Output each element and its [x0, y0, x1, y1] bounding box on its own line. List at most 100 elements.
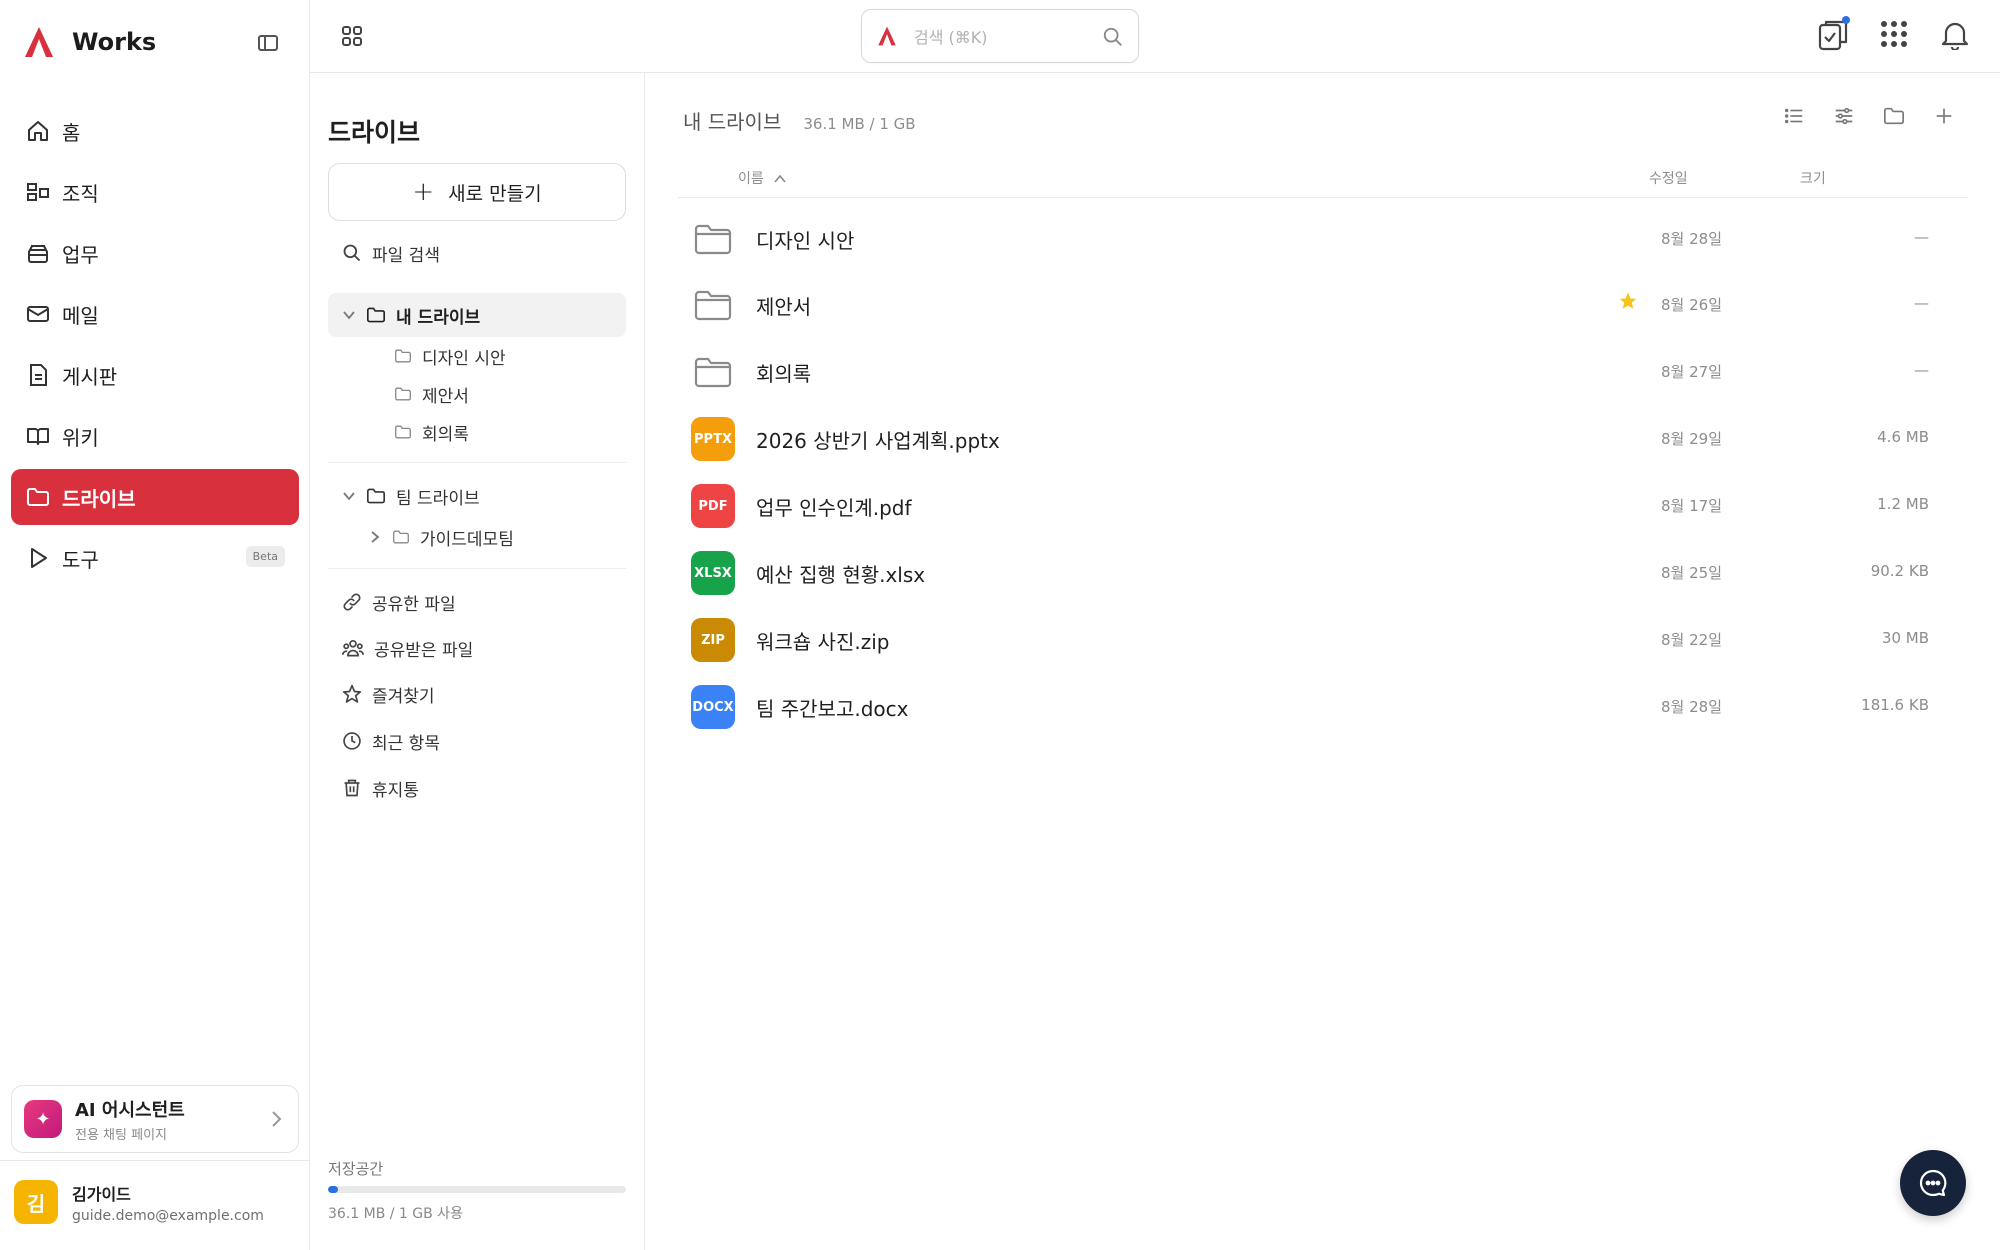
app-grid-icon[interactable] [340, 24, 364, 48]
nav-label: 업무 [62, 242, 99, 267]
nav-item-task[interactable]: 업무 [11, 225, 299, 281]
file-date: 8월 27일 [1661, 363, 1722, 381]
user-profile[interactable]: 김 김가이드 guide.demo@example.com [14, 1180, 264, 1224]
file-size: — [1914, 294, 1929, 312]
file-row[interactable]: 디자인 시안 8월 28일 — [675, 205, 1975, 271]
divider [328, 462, 626, 463]
chat-button[interactable] [1900, 1150, 1966, 1216]
add-icon[interactable] [1933, 105, 1955, 127]
tree-team-drive[interactable]: 팀 드라이브 [328, 476, 626, 516]
task-check-icon[interactable] [1816, 16, 1850, 52]
link-label: 공유한 파일 [372, 594, 456, 615]
tree-team-folder[interactable]: 가이드데모팀 [328, 517, 626, 557]
file-name: 팀 주간보고.docx [756, 697, 909, 721]
link-trash[interactable]: 휴지통 [328, 768, 626, 808]
file-row[interactable]: 제안서 8월 26일 — [675, 271, 1975, 337]
new-folder-icon[interactable] [1883, 105, 1905, 127]
folder-icon [392, 529, 410, 545]
file-date: 8월 26일 [1661, 296, 1722, 314]
tree-my-drive[interactable]: 내 드라이브 [328, 293, 626, 337]
sort-up-icon [774, 174, 786, 184]
search-icon[interactable] [1102, 26, 1124, 48]
storage-usage-text: 36.1 MB / 1 GB 사용 [328, 1206, 463, 1222]
bell-icon[interactable] [1941, 20, 1969, 50]
team-drive-label: 팀 드라이브 [396, 488, 480, 509]
file-date: 8월 29일 [1661, 430, 1722, 448]
plus-icon: + [412, 177, 435, 207]
search-icon [342, 243, 362, 263]
main-nav: 홈 조직 업무 메일 게시판 위키 드라이브 도구 Beta [11, 103, 299, 591]
divider [0, 1160, 310, 1161]
docx-file-icon: DOCX [691, 685, 735, 729]
file-row[interactable]: ZIP 워크숍 사진.zip 8월 22일 30 MB [675, 606, 1975, 672]
ai-assistant-card[interactable]: ✦ AI 어시스턴트 전용 채팅 페이지 [11, 1085, 299, 1153]
star-filled-icon[interactable] [1618, 291, 1638, 311]
beta-badge: Beta [245, 546, 285, 567]
storage-progress-bar [328, 1186, 626, 1193]
file-row[interactable]: PDF 업무 인수인계.pdf 8월 17일 1.2 MB [675, 472, 1975, 538]
folder-label: 디자인 시안 [422, 348, 506, 369]
file-row[interactable]: 회의록 8월 27일 — [675, 338, 1975, 404]
drive-size: 36.1 MB / 1 GB [803, 115, 916, 133]
nav-item-home[interactable]: 홈 [11, 103, 299, 159]
file-row[interactable]: PPTX 2026 상반기 사업계획.pptx 8월 29일 4.6 MB [675, 405, 1975, 471]
board-icon [26, 363, 50, 387]
apps-dots-icon[interactable] [1880, 20, 1908, 48]
file-date: 8월 22일 [1661, 631, 1722, 649]
new-create-label: 새로 만들기 [448, 182, 542, 205]
pdf-file-icon: PDF [691, 484, 735, 528]
task-icon [26, 241, 50, 265]
file-type-badge: ZIP [691, 618, 735, 662]
file-search-link[interactable]: 파일 검색 [328, 233, 626, 273]
file-row[interactable]: DOCX 팀 주간보고.docx 8월 28일 181.6 KB [675, 673, 1975, 739]
link-shared-with-me[interactable]: 공유받은 파일 [328, 628, 626, 668]
chat-bubble-icon [1918, 1168, 1948, 1198]
nav-item-board[interactable]: 게시판 [11, 347, 299, 403]
column-header-name[interactable]: 이름 [738, 168, 786, 188]
link-label: 공유받은 파일 [374, 640, 474, 661]
new-create-button[interactable]: + 새로 만들기 [328, 163, 626, 221]
clock-icon [342, 731, 362, 751]
link-shared-by-me[interactable]: 공유한 파일 [328, 582, 626, 622]
star-icon [342, 684, 362, 704]
filter-sliders-icon[interactable] [1833, 105, 1855, 127]
nav-label: 홈 [62, 120, 81, 145]
file-name: 2026 상반기 사업계획.pptx [756, 429, 1000, 453]
global-search[interactable]: 검색 (⌘K) [861, 9, 1139, 63]
folder-icon [691, 217, 735, 261]
file-row[interactable]: XLSX 예산 집행 현황.xlsx 8월 25일 90.2 KB [675, 539, 1975, 605]
column-header-modified[interactable]: 수정일 [1649, 168, 1688, 188]
tree-folder[interactable]: 제안서 [328, 374, 626, 414]
brand[interactable]: Works [22, 26, 156, 58]
link-icon [342, 592, 362, 612]
link-favorites[interactable]: 즐겨찾기 [328, 674, 626, 714]
nav-item-tool[interactable]: 도구 Beta [11, 530, 299, 586]
nav-item-mail[interactable]: 메일 [11, 286, 299, 342]
nav-label: 메일 [62, 303, 99, 328]
folder-icon [394, 386, 412, 402]
file-name: 회의록 [756, 362, 812, 386]
nav-item-org[interactable]: 조직 [11, 164, 299, 220]
file-name: 예산 집행 현황.xlsx [756, 563, 926, 587]
nav-item-drive[interactable]: 드라이브 [11, 469, 299, 525]
drive-icon [26, 485, 50, 509]
folder-icon [691, 283, 735, 327]
sidebar-toggle-icon[interactable] [256, 31, 280, 55]
file-name: 제안서 [756, 295, 812, 319]
list-view-icon[interactable] [1783, 105, 1805, 127]
column-header-size[interactable]: 크기 [1800, 168, 1826, 188]
ai-subtitle: 전용 채팅 페이지 [75, 1127, 167, 1143]
search-input[interactable]: 검색 (⌘K) [914, 24, 988, 48]
chevron-down-icon [342, 308, 356, 322]
folder-icon [691, 350, 735, 394]
org-icon [26, 180, 50, 204]
tree-folder[interactable]: 회의록 [328, 412, 626, 452]
nav-item-wiki[interactable]: 위키 [11, 408, 299, 464]
tree-folder[interactable]: 디자인 시안 [328, 336, 626, 376]
link-recent[interactable]: 최근 항목 [328, 721, 626, 761]
link-label: 즐겨찾기 [372, 686, 435, 707]
file-search-label: 파일 검색 [372, 245, 440, 266]
works-logo-icon [876, 26, 898, 46]
link-label: 최근 항목 [372, 733, 440, 754]
chevron-right-icon [368, 530, 382, 544]
